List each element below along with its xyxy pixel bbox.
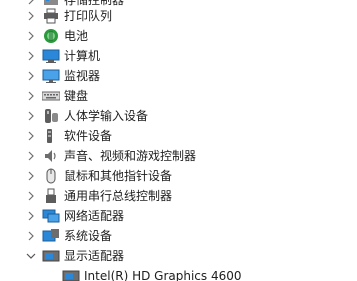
speaker-icon <box>42 148 60 164</box>
chevron-down-icon[interactable] <box>26 246 36 266</box>
chevron-right-icon[interactable] <box>26 166 36 186</box>
graphics-card-icon <box>62 268 80 281</box>
chevron-right-icon[interactable] <box>26 66 36 86</box>
tree-item-label: 人体学输入设备 <box>64 109 149 123</box>
computer-icon <box>42 48 60 64</box>
tree-child-graphics-card[interactable]: Intel(R) HD Graphics 4600 <box>0 266 357 281</box>
chevron-right-icon[interactable] <box>26 6 36 26</box>
tree-item-label: 通用串行总线控制器 <box>64 189 173 203</box>
tree-item-label: 网络适配器 <box>64 209 125 223</box>
device-tree: 存储控制器 打印队列 电池 计算机 监视器 键盘 人体学输入设备 软件设备 声音… <box>0 0 357 281</box>
tree-item-label: 声音、视频和游戏控制器 <box>64 149 197 163</box>
tree-item-display-adapter[interactable]: 显示适配器 <box>0 246 357 266</box>
chevron-right-icon[interactable] <box>26 146 36 166</box>
tree-item-hid[interactable]: 人体学输入设备 <box>0 106 357 126</box>
tree-item-system-device[interactable]: 系统设备 <box>0 226 357 246</box>
tree-item-label: 鼠标和其他指针设备 <box>64 169 173 183</box>
tree-item-software-device[interactable]: 软件设备 <box>0 126 357 146</box>
network-adapter-icon <box>42 208 60 224</box>
tree-item-network-adapter[interactable]: 网络适配器 <box>0 206 357 226</box>
software-device-icon <box>42 128 60 144</box>
tree-item-battery[interactable]: 电池 <box>0 26 357 46</box>
tree-item-label: 显示适配器 <box>64 249 125 263</box>
tree-item-monitor[interactable]: 监视器 <box>0 66 357 86</box>
tree-item-label: 系统设备 <box>64 229 113 243</box>
tree-item-label: 监视器 <box>64 69 101 83</box>
chevron-right-icon[interactable] <box>26 26 36 46</box>
tree-item-label: 电池 <box>64 29 89 43</box>
tree-child-label: Intel(R) HD Graphics 4600 <box>84 269 242 281</box>
tree-item-mouse[interactable]: 鼠标和其他指针设备 <box>0 166 357 186</box>
tree-item-keyboard[interactable]: 键盘 <box>0 86 357 106</box>
monitor-icon <box>42 68 60 84</box>
tree-item-sound-video-game[interactable]: 声音、视频和游戏控制器 <box>0 146 357 166</box>
battery-icon <box>42 28 60 44</box>
tree-item-usb[interactable]: 通用串行总线控制器 <box>0 186 357 206</box>
chevron-right-icon[interactable] <box>26 86 36 106</box>
tree-item-label: 键盘 <box>64 89 89 103</box>
tree-item-print-queue[interactable]: 打印队列 <box>0 6 357 26</box>
chevron-right-icon[interactable] <box>26 206 36 226</box>
chevron-right-icon[interactable] <box>26 126 36 146</box>
tree-item-label: 计算机 <box>64 49 101 63</box>
tree-item-label: 软件设备 <box>64 129 113 143</box>
hid-icon <box>42 108 60 124</box>
keyboard-icon <box>42 88 60 104</box>
tree-item-label: 打印队列 <box>64 9 113 23</box>
system-device-icon <box>42 228 60 244</box>
chevron-right-icon[interactable] <box>26 106 36 126</box>
chevron-right-icon[interactable] <box>26 46 36 66</box>
tree-item-computer[interactable]: 计算机 <box>0 46 357 66</box>
mouse-icon <box>42 168 60 184</box>
chevron-right-icon[interactable] <box>26 186 36 206</box>
printer-icon <box>42 8 60 24</box>
usb-icon <box>42 188 60 204</box>
chevron-right-icon[interactable] <box>26 226 36 246</box>
display-adapter-icon <box>42 248 60 264</box>
